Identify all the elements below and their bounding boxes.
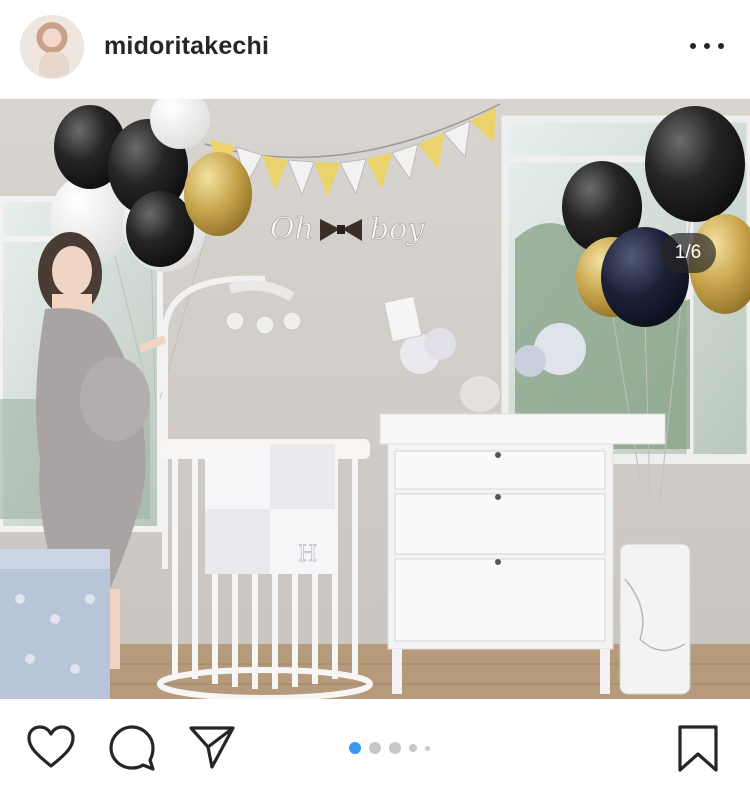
more-dot xyxy=(718,43,724,49)
carousel-counter: 1/6 xyxy=(660,233,716,273)
more-dot xyxy=(690,43,696,49)
carousel-indicator xyxy=(349,742,430,754)
post-photo[interactable]: Oh boy H 1/6 xyxy=(0,99,750,699)
bookmark-icon[interactable] xyxy=(676,724,720,774)
paper-plane-icon[interactable] xyxy=(188,724,236,770)
avatar-figure xyxy=(39,52,69,78)
carousel-dot xyxy=(425,745,430,751)
post-header: midoritakechi xyxy=(0,0,750,96)
more-options-icon[interactable] xyxy=(690,34,724,58)
username[interactable]: midoritakechi xyxy=(104,32,269,61)
boy-text: boy xyxy=(370,212,425,247)
carousel-dot xyxy=(369,742,381,754)
carousel-dot xyxy=(349,742,361,754)
carousel-dot xyxy=(409,744,417,752)
carousel-dot xyxy=(389,742,401,754)
oh-text: Oh xyxy=(270,212,314,247)
heart-icon[interactable] xyxy=(26,724,76,770)
blanket-letter: H xyxy=(298,542,317,567)
more-dot xyxy=(704,43,710,49)
comment-bubble-icon[interactable] xyxy=(108,724,156,772)
profile-avatar[interactable] xyxy=(20,15,84,79)
nursery-illustration: Oh boy H xyxy=(0,99,750,699)
